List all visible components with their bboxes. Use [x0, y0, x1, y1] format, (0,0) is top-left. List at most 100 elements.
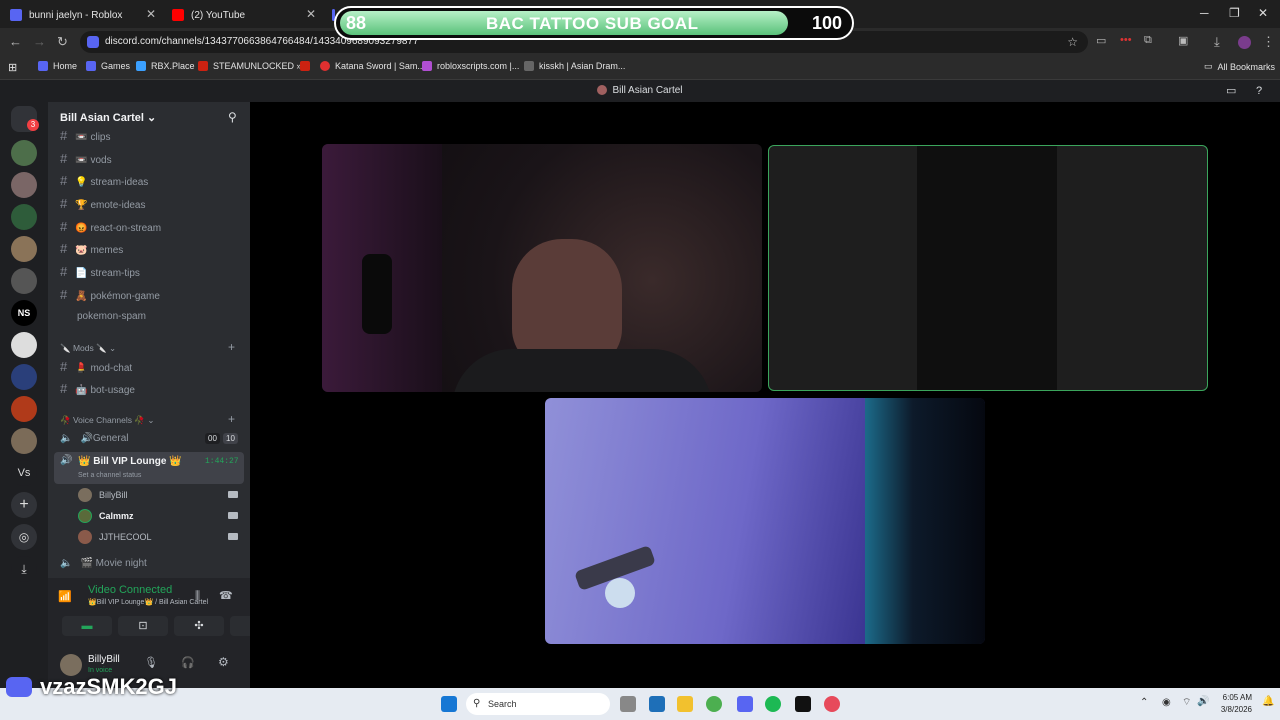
server-icon-4[interactable]	[11, 236, 37, 262]
channel-pokemon-game[interactable]: # 🧸 pokémon-game	[60, 286, 160, 304]
category-mods[interactable]: 🔪 Mods 🔪 ⌄	[60, 343, 116, 354]
apps-icon[interactable]: ⊞	[8, 61, 17, 74]
close-icon[interactable]: ✕	[146, 7, 156, 21]
channel-memes[interactable]: # 🐷 memes	[60, 240, 123, 258]
chevron-up-icon[interactable]: ⌃	[1140, 697, 1148, 708]
add-member-icon[interactable]: ⚲	[228, 110, 237, 124]
channel-bot-usage[interactable]: # 🤖 bot-usage	[60, 380, 135, 398]
taskbar-search[interactable]: ⚲ Search	[466, 693, 610, 715]
user-avatar[interactable]	[60, 654, 82, 676]
voice-channel-movie-night[interactable]: 🔈 🎬 Movie night	[60, 555, 147, 573]
bookmark-home[interactable]: Home	[38, 61, 77, 71]
add-channel-icon[interactable]: +	[228, 340, 235, 354]
cast-icon[interactable]: ▣	[1178, 34, 1188, 47]
headphones-icon[interactable]: 🎧	[181, 656, 195, 669]
video-tile-speaking[interactable]	[768, 145, 1208, 391]
discover-icon[interactable]: ◎	[11, 524, 37, 550]
channel-stream-tips[interactable]: # 📄 stream-tips	[60, 263, 140, 281]
minimize-icon[interactable]: ─	[1200, 6, 1209, 20]
server-name[interactable]: Bill Asian Cartel ⌄	[60, 111, 156, 124]
volume-icon[interactable]: 🔊	[1197, 696, 1209, 707]
notification-bell-icon[interactable]: 🔔	[1262, 696, 1274, 707]
video-tile-webcam[interactable]	[322, 144, 762, 392]
server-icon-1[interactable]	[11, 140, 37, 166]
forward-icon[interactable]: →	[33, 34, 46, 49]
category-voice[interactable]: 🥀 Voice Channels 🥀 ⌄	[60, 415, 154, 426]
discord-tray-icon[interactable]: ◉	[1162, 697, 1171, 708]
voice-channel-general[interactable]: 🔈 🔊General	[60, 430, 128, 448]
close-window-icon[interactable]: ✕	[1258, 6, 1268, 20]
settings-gear-icon[interactable]: ⚙	[218, 655, 229, 669]
opera-icon[interactable]	[824, 696, 840, 712]
connection-location[interactable]: 👑Bill VIP Lounge👑 / Bill Asian Cartel	[88, 598, 208, 606]
server-icon-9[interactable]	[11, 428, 37, 454]
close-icon[interactable]: ✕	[306, 7, 316, 21]
signal-icon[interactable]: 📶	[58, 590, 72, 603]
bookmark-games[interactable]: Games	[86, 61, 130, 71]
site-info-icon[interactable]	[87, 36, 99, 48]
bookmark-robloxscripts[interactable]: robloxscripts.com |...	[422, 61, 519, 71]
voice-user[interactable]: Calmmz	[78, 509, 134, 523]
bookmark-rbxplace[interactable]: RBX.Place	[136, 61, 195, 71]
channel-clips[interactable]: # 📼 clips	[60, 127, 110, 145]
maximize-icon[interactable]: ❐	[1229, 6, 1240, 20]
clock-date[interactable]: 3/8/2026	[1214, 705, 1252, 714]
download-icon[interactable]: ⤓	[1214, 34, 1220, 50]
server-icon-ns[interactable]: NS	[11, 300, 37, 326]
back-icon[interactable]: ←	[9, 34, 22, 49]
server-icon-vs[interactable]: Vs	[11, 460, 37, 486]
voice-user[interactable]: BillyBill	[78, 488, 128, 502]
spotify-icon[interactable]	[765, 696, 781, 712]
server-icon-8[interactable]	[11, 396, 37, 422]
disconnect-icon[interactable]: ☎	[219, 589, 233, 602]
server-icon-3[interactable]	[11, 204, 37, 230]
channel-vods[interactable]: # 📼 vods	[60, 150, 112, 168]
puzzle-icon[interactable]: ⧉	[1144, 34, 1152, 47]
channel-stream-ideas[interactable]: # 💡 stream-ideas	[60, 172, 148, 190]
voice-channel-vip-lounge[interactable]: 🔊 👑 Bill VIP Lounge 👑 1:44:27 Set a chan…	[54, 452, 244, 484]
profile-avatar[interactable]	[1238, 36, 1251, 49]
bookmark-red[interactable]	[300, 61, 315, 71]
download-apps-icon[interactable]: ⤓	[11, 556, 37, 582]
clock-time[interactable]: 6:05 AM	[1218, 693, 1252, 702]
star-icon[interactable]: ☆	[1067, 31, 1078, 53]
add-server-icon[interactable]: +	[11, 492, 37, 518]
bookmark-katana[interactable]: Katana Sword | Sam...	[320, 61, 425, 71]
channel-emote-ideas[interactable]: # 🏆 emote-ideas	[60, 195, 146, 213]
server-icon-6[interactable]	[11, 332, 37, 358]
channel-pokemon-spam[interactable]: pokemon-spam	[77, 308, 146, 326]
mouse-icon[interactable]	[620, 696, 636, 712]
server-icon-5[interactable]	[11, 268, 37, 294]
video-tile-ceiling[interactable]	[545, 398, 985, 644]
channel-mod-chat[interactable]: # 💄 mod-chat	[60, 358, 132, 376]
extension-red-icon[interactable]: •••	[1120, 34, 1132, 46]
microphone-icon[interactable]: 🎙	[144, 656, 158, 669]
tab-youtube[interactable]: (2) YouTube ✕	[162, 4, 322, 26]
bookmark-steamunlocked[interactable]: STEAMUNLOCKED »...	[198, 61, 309, 71]
camera-button[interactable]: ▬	[62, 616, 112, 636]
file-explorer-icon[interactable]	[677, 696, 693, 712]
menu-icon[interactable]: ⋮	[1262, 34, 1275, 50]
bookmark-kisskh[interactable]: kisskh | Asian Dram...	[524, 61, 625, 71]
discord-taskbar-icon[interactable]	[737, 696, 753, 712]
tab-roblox[interactable]: bunni jaelyn - Roblox ✕	[0, 4, 162, 26]
server-icon-2[interactable]	[11, 172, 37, 198]
extension-icon[interactable]: ▭	[1096, 34, 1106, 47]
channel-status[interactable]: Set a channel status	[78, 472, 141, 479]
start-icon[interactable]	[441, 696, 457, 712]
share-screen-button[interactable]: ⊡	[118, 616, 168, 636]
noise-suppression-icon[interactable]: ⫼	[195, 590, 200, 603]
help-icon[interactable]: ?	[1256, 80, 1262, 102]
app-icon[interactable]	[795, 696, 811, 712]
reload-icon[interactable]: ↻	[57, 34, 68, 50]
chrome-icon[interactable]	[706, 696, 722, 712]
inbox-icon[interactable]: ▭	[1226, 80, 1236, 102]
all-bookmarks[interactable]: ▭ All Bookmarks	[1204, 61, 1275, 72]
store-icon[interactable]	[649, 696, 665, 712]
activities-button[interactable]: ✣	[174, 616, 224, 636]
server-icon-7[interactable]	[11, 364, 37, 390]
voice-user[interactable]: JJTHECOOL	[78, 530, 152, 544]
wifi-icon[interactable]: ⌔	[1182, 696, 1191, 709]
channel-react-on-stream[interactable]: # 😡 react-on-stream	[60, 218, 161, 236]
add-voice-channel-icon[interactable]: +	[228, 412, 235, 426]
